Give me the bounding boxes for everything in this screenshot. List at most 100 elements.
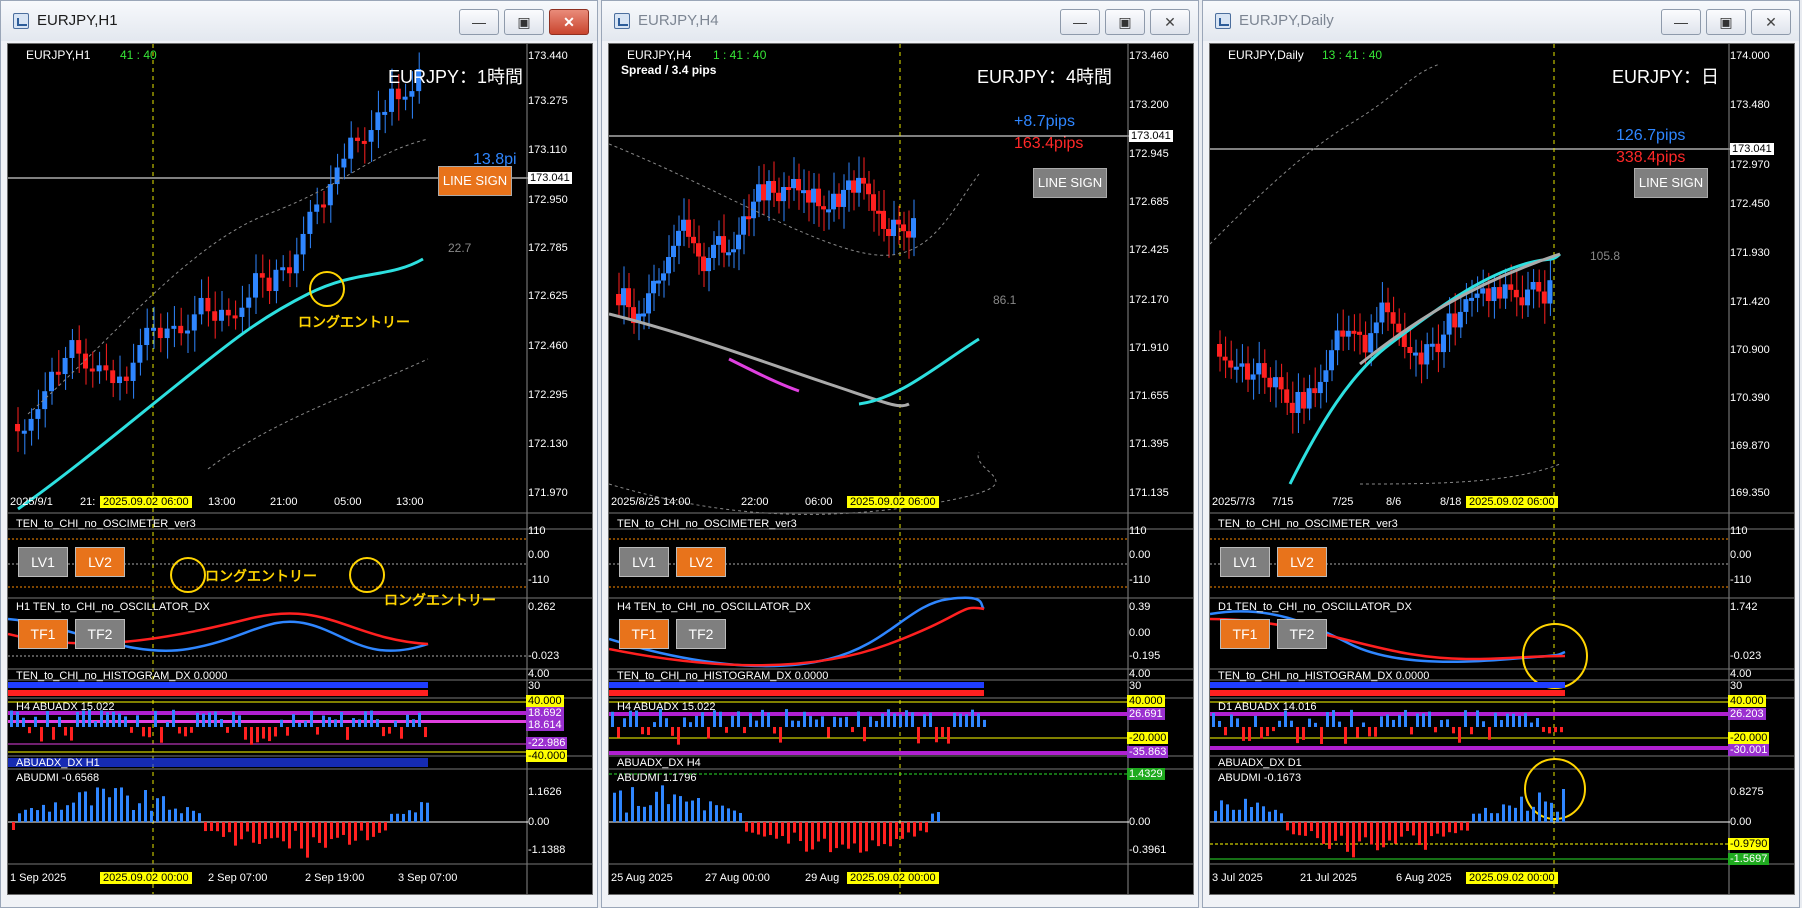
candle-body	[287, 267, 292, 274]
candle-body	[686, 219, 691, 237]
chart-window-daily[interactable]: EURJPY,Daily — ▣ ✕ EURJPY,Daily 13: 41 …	[1202, 0, 1800, 908]
dmi-bar	[1388, 822, 1391, 841]
candle-body	[1334, 330, 1340, 351]
dmi-bar	[54, 802, 57, 822]
pips-up: +8.7pips	[1014, 113, 1075, 130]
adx-bar	[695, 715, 698, 727]
dmi-bar	[751, 822, 754, 833]
line-sign-button[interactable]: LINE SIGN	[1033, 168, 1107, 198]
time-tick: 7/15	[1272, 496, 1294, 508]
dmi-bar	[1310, 822, 1313, 832]
candle-body	[871, 194, 876, 211]
bottom-tick: 29 Aug	[805, 872, 840, 884]
tf2-button[interactable]: TF2	[75, 619, 125, 649]
dmi-bar	[1520, 796, 1523, 822]
adx-bar	[1242, 727, 1245, 741]
candle-body	[1289, 402, 1295, 413]
dmi-bar	[342, 822, 345, 835]
candle-body	[1368, 333, 1374, 353]
chart-area[interactable]: EURJPY,H1 41 : 40 EURJPY：1時間 13.8pi LINE…	[7, 43, 593, 895]
dmi-bar	[799, 822, 802, 842]
adx-bar	[983, 719, 986, 727]
maximize-button[interactable]: ▣	[1706, 9, 1746, 35]
candle-body	[1284, 389, 1290, 403]
lv2-button[interactable]: LV2	[676, 547, 726, 577]
price-tick: 172.685	[1129, 196, 1169, 208]
candle-body	[280, 267, 286, 271]
adx-bar	[1482, 721, 1485, 727]
adx-bar	[388, 727, 391, 734]
close-button[interactable]: ✕	[1150, 9, 1190, 35]
lv1-button[interactable]: LV1	[18, 547, 68, 577]
chart-window-h1[interactable]: EURJPY,H1 — ▣ ✕ EURJPY,H1 41: 40 EURJPY…	[0, 0, 598, 908]
abuadx-tick: -22.986	[526, 737, 568, 749]
adx-bar	[220, 719, 223, 727]
dmi-bar	[174, 808, 177, 822]
ma-value: 22.7	[448, 241, 472, 255]
candle-body	[389, 88, 394, 112]
lv1-button[interactable]: LV1	[1220, 547, 1270, 577]
titlebar[interactable]: EURJPY,Daily — ▣ ✕	[1203, 1, 1799, 41]
dmi-bar	[895, 822, 898, 840]
adx-bar	[725, 727, 728, 733]
cursor-date: 2025.09.02 00:00	[847, 872, 939, 884]
candle-timer: 1 : 41 : 40	[713, 48, 767, 62]
candle-body	[911, 218, 916, 238]
dmi-bar	[1232, 809, 1235, 822]
maximize-button[interactable]: ▣	[1105, 9, 1145, 35]
lv2-button[interactable]: LV2	[75, 547, 125, 577]
titlebar[interactable]: EURJPY,H4 — ▣ ✕	[602, 1, 1198, 41]
candle-body	[1519, 297, 1525, 306]
price-tick: 173.200	[1129, 99, 1169, 111]
adx-bar	[791, 720, 794, 727]
candle-body	[1228, 360, 1234, 368]
osc1-tick: 0.00	[1129, 549, 1151, 561]
line-sign-button[interactable]: LINE SIGN	[1634, 168, 1708, 198]
adx-bar	[755, 720, 758, 727]
close-button[interactable]: ✕	[1751, 9, 1791, 35]
chart-icon	[13, 13, 29, 29]
dmi-bar	[1472, 813, 1475, 822]
candle-body	[836, 193, 841, 207]
tf2-button[interactable]: TF2	[1277, 619, 1327, 649]
maximize-button[interactable]: ▣	[504, 9, 544, 35]
titlebar[interactable]: EURJPY,H1 — ▣ ✕	[1, 1, 597, 41]
osc1-tick: 110	[1730, 525, 1748, 537]
minimize-button[interactable]: —	[1661, 9, 1701, 35]
chart-window-h4[interactable]: EURJPY,H4 — ▣ ✕ EURJPY,H4 1: 41: 40 Sp…	[601, 0, 1199, 908]
dmi-bar	[282, 822, 285, 842]
minimize-button[interactable]: —	[459, 9, 499, 35]
dmi-bar	[108, 797, 111, 822]
close-button[interactable]: ✕	[549, 9, 589, 35]
tf1-button[interactable]: TF1	[18, 619, 68, 649]
adx-bar	[400, 727, 403, 739]
dmi-bar	[1220, 800, 1223, 822]
tf1-button[interactable]: TF1	[619, 619, 669, 649]
dmi-bar	[715, 805, 718, 822]
dmi-bar	[1406, 822, 1409, 832]
dmi-bar	[619, 790, 622, 822]
adx-bar	[304, 720, 307, 727]
line-sign-button[interactable]: LINE SIGN	[438, 166, 512, 196]
adx-bar	[322, 715, 325, 727]
tf1-button[interactable]: TF1	[1220, 619, 1270, 649]
candle-body	[1312, 388, 1318, 394]
time-tick: 2025/7/3	[1212, 496, 1255, 508]
candle-body	[661, 273, 666, 281]
candle-body	[806, 190, 811, 203]
lv1-button[interactable]: LV1	[619, 547, 669, 577]
cursor-date: 2025.09.02 00:00	[100, 872, 192, 884]
candle-body	[1217, 344, 1222, 357]
dmi-bar	[1442, 822, 1445, 837]
dmi-bar	[378, 822, 381, 833]
dmi-bar	[1316, 822, 1319, 839]
candle-body	[696, 243, 701, 257]
tf2-button[interactable]: TF2	[676, 619, 726, 649]
chart-area[interactable]: EURJPY,Daily 13 : 41 : 40 EURJPY：日 126.7…	[1209, 43, 1795, 895]
candle-body	[375, 112, 381, 131]
minimize-button[interactable]: —	[1060, 9, 1100, 35]
lv2-button[interactable]: LV2	[1277, 547, 1327, 577]
dmi-bar	[384, 822, 387, 831]
dmi-bar	[871, 822, 874, 841]
chart-area[interactable]: EURJPY,H4 1 : 41 : 40 Spread / 3.4 pips …	[608, 43, 1194, 895]
